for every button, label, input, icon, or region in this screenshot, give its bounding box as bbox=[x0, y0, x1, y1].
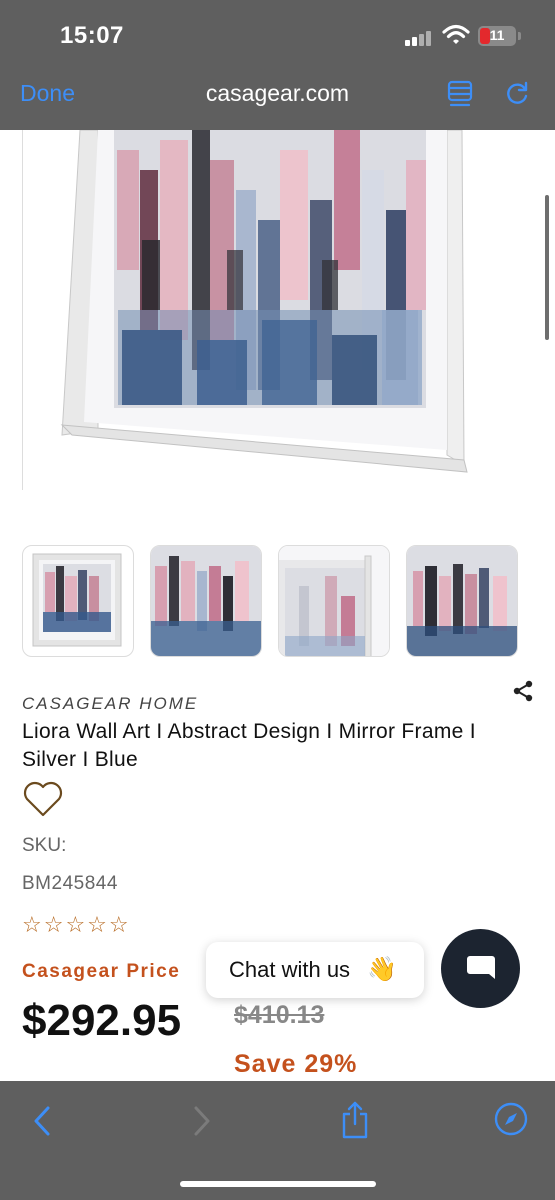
thumbnail-1[interactable] bbox=[22, 545, 134, 657]
thumbnail-image bbox=[279, 546, 389, 656]
sku-value: BM245844 bbox=[22, 873, 118, 894]
forward-arrow-icon[interactable] bbox=[190, 1105, 214, 1137]
back-arrow-icon[interactable] bbox=[30, 1105, 54, 1137]
thumbnail-2[interactable] bbox=[150, 545, 262, 657]
savings-badge: Save 29% bbox=[234, 1050, 358, 1078]
chat-prompt-label[interactable]: Chat with us bbox=[229, 957, 350, 983]
price-label: Casagear Price bbox=[22, 961, 181, 982]
wave-emoji-icon: 👋 bbox=[367, 956, 397, 983]
thumbnail-gallery bbox=[22, 545, 522, 657]
cellular-signal-icon bbox=[405, 30, 433, 46]
wifi-icon bbox=[442, 24, 470, 44]
product-main-image[interactable] bbox=[22, 130, 492, 505]
share-icon[interactable] bbox=[512, 680, 534, 702]
thumbnail-image bbox=[407, 546, 517, 656]
chat-icon bbox=[467, 956, 495, 979]
sku-label: SKU: bbox=[22, 835, 67, 856]
rating-stars[interactable]: ☆☆☆☆☆ bbox=[22, 912, 131, 938]
product-brand[interactable]: CASAGEAR HOME bbox=[22, 694, 198, 714]
battery-cap bbox=[518, 32, 521, 40]
original-price: $410.13 bbox=[234, 1001, 325, 1029]
reload-icon[interactable] bbox=[503, 80, 531, 108]
done-button[interactable]: Done bbox=[20, 80, 75, 107]
thumbnail-4[interactable] bbox=[406, 545, 518, 657]
product-title: Liora Wall Art I Abstract Design I Mirro… bbox=[22, 720, 476, 771]
home-indicator[interactable] bbox=[180, 1181, 376, 1187]
thumbnail-image bbox=[32, 553, 122, 647]
wishlist-heart-icon[interactable] bbox=[22, 780, 64, 818]
reader-mode-icon[interactable] bbox=[447, 80, 473, 108]
battery-icon: 11 bbox=[478, 26, 516, 46]
thumbnail-image bbox=[151, 546, 261, 656]
browser-header bbox=[0, 0, 555, 130]
status-time: 15:07 bbox=[60, 22, 124, 49]
open-in-safari-compass-icon[interactable] bbox=[494, 1102, 528, 1136]
thumbnail-3[interactable] bbox=[278, 545, 390, 657]
current-price: $292.95 bbox=[22, 996, 182, 1045]
chat-launcher-button[interactable] bbox=[441, 929, 520, 1008]
battery-percent: 11 bbox=[489, 27, 505, 43]
scroll-indicator[interactable] bbox=[545, 195, 549, 340]
share-sheet-icon[interactable] bbox=[340, 1100, 370, 1140]
